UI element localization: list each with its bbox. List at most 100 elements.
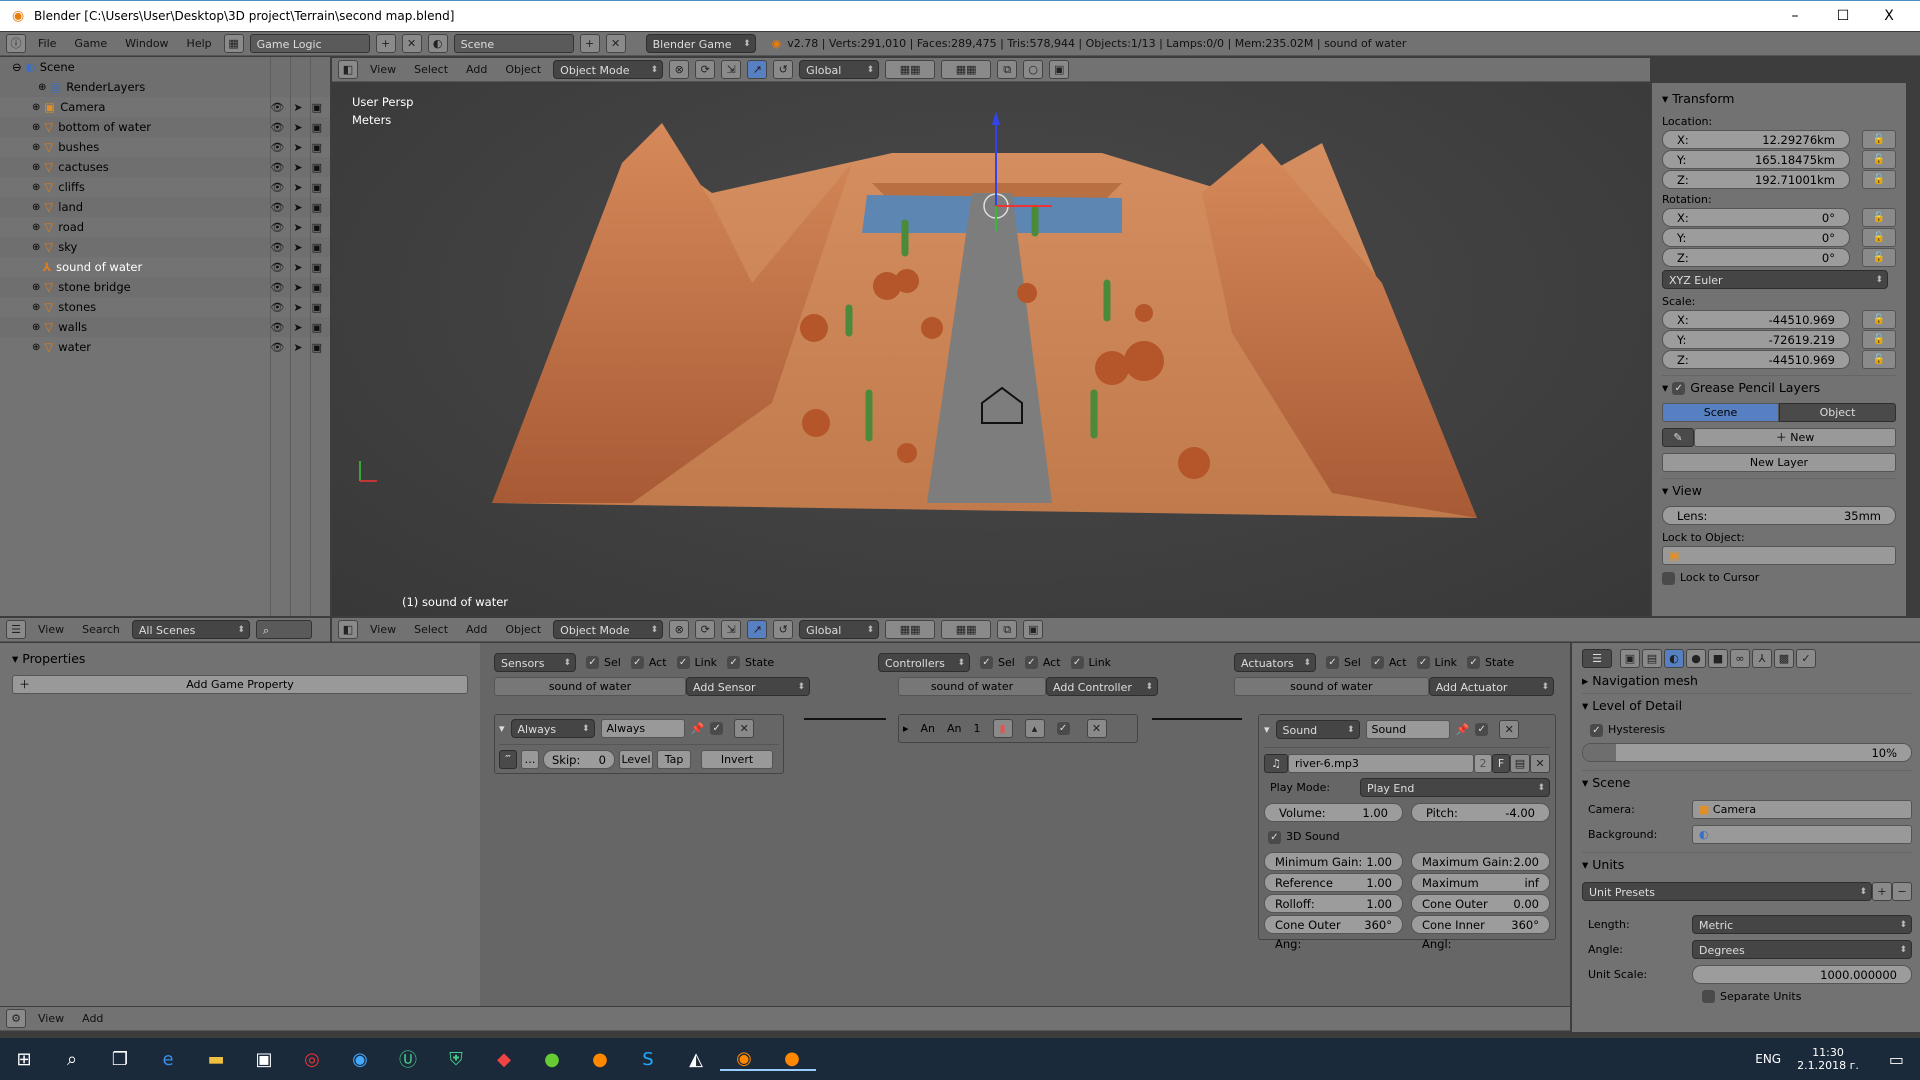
add-sensor-select[interactable]: Add Sensor [686, 677, 810, 697]
outliner-item[interactable]: ⊕ ▽ land 👁 ➤ ▣ [0, 197, 330, 217]
constraints-tab-icon[interactable]: ∞ [1730, 648, 1750, 668]
layers-icon[interactable]: ▦▦ [941, 60, 992, 79]
rotation-y-field[interactable]: Y: 0° [1662, 228, 1850, 247]
menu-view[interactable]: View [364, 63, 402, 76]
menu-search[interactable]: Search [76, 623, 126, 636]
location-y-field[interactable]: Y: 165.18475km [1662, 150, 1850, 169]
rotate-icon[interactable]: ↺ [773, 620, 794, 639]
render-icon[interactable]: ▣ [312, 181, 322, 194]
editor-type-icon[interactable]: ☰ [1582, 648, 1612, 668]
menu-view[interactable]: View [32, 1012, 70, 1025]
scene-icon[interactable]: ◐ [427, 34, 448, 53]
menu-select[interactable]: Select [408, 623, 454, 636]
notifications-icon[interactable]: ▭ [1889, 1050, 1904, 1069]
actuators-check-state[interactable]: ✓ State [1467, 656, 1514, 670]
menu-game[interactable]: Game [68, 37, 113, 50]
start-icon[interactable]: ⊞ [0, 1049, 48, 1070]
scene-field[interactable]: Scene [453, 34, 574, 53]
world-tab-icon[interactable]: ● [1686, 648, 1706, 668]
outliner-item[interactable]: ⊕ ▽ stone bridge 👁 ➤ ▣ [0, 277, 330, 297]
eye-icon[interactable]: 👁 [270, 241, 284, 254]
menu-add[interactable]: Add [460, 623, 493, 636]
properties-header[interactable]: ▾ Properties [12, 647, 468, 671]
clock[interactable]: 11:30 2.1.2018 г. [1797, 1046, 1859, 1072]
move-up-icon[interactable]: ▴ [1024, 719, 1045, 738]
pivot-icon[interactable]: ⟳ [695, 620, 716, 639]
controllers-check-link[interactable]: ✓ Link [1070, 656, 1111, 670]
cursor-icon[interactable]: ➤ [293, 261, 302, 274]
close-button[interactable]: X [1866, 1, 1912, 31]
pulse-false-icon[interactable]: … [521, 750, 539, 769]
units-header[interactable]: ▾ Units [1582, 851, 1912, 876]
cursor-icon[interactable]: ➤ [293, 141, 302, 154]
eye-icon[interactable]: 👁 [270, 221, 284, 234]
pitch-field[interactable]: Pitch: -4.00 [1411, 803, 1550, 822]
lock-icon[interactable]: 🔓 [1862, 150, 1896, 169]
scene-header[interactable]: ▾ Scene [1582, 769, 1912, 794]
pivot-icon[interactable]: ⟳ [695, 60, 716, 79]
mode-select[interactable]: Object Mode [553, 620, 664, 640]
render-icon[interactable]: ▣ [312, 161, 322, 174]
lock-icon[interactable]: 🔓 [1862, 130, 1896, 149]
maximize-button[interactable]: ☐ [1820, 1, 1866, 31]
pencil-icon[interactable]: ✎ [1662, 428, 1694, 447]
eye-icon[interactable]: 👁 [270, 181, 284, 194]
snap-icon[interactable]: ⧉ [997, 620, 1018, 639]
lens-field[interactable]: Lens: 35mm [1662, 506, 1896, 525]
orientation-select[interactable]: Global [799, 620, 880, 640]
actuators-filter-select[interactable]: Actuators [1234, 653, 1316, 673]
outliner-item[interactable]: ⊕ ▽ stones 👁 ➤ ▣ [0, 297, 330, 317]
view-header[interactable]: ▾ View [1662, 478, 1896, 502]
scale-x-field[interactable]: X: -44510.969 [1662, 310, 1850, 329]
orientation-select[interactable]: Global [799, 60, 880, 80]
display-mode-select[interactable]: All Scenes [131, 620, 250, 640]
add-screen-button[interactable]: + [375, 34, 396, 53]
utorrent-icon[interactable]: ● [528, 1049, 576, 1070]
sound-param-field[interactable]: Rolloff: 1.00 [1264, 893, 1403, 913]
lod-header[interactable]: ▾ Level of Detail [1582, 693, 1912, 717]
add-controller-select[interactable]: Add Controller [1046, 677, 1158, 697]
search-input[interactable]: ⌕ [255, 620, 312, 639]
layers-icon[interactable]: ▦▦ [885, 620, 936, 639]
layers-icon[interactable]: ▦▦ [941, 620, 992, 639]
outliner-item[interactable]: ⊕ ▽ bushes 👁 ➤ ▣ [0, 137, 330, 157]
separate-units-checkbox[interactable]: Separate Units [1702, 990, 1912, 1003]
fake-user-button[interactable]: F [1492, 754, 1510, 773]
add-actuator-select[interactable]: Add Actuator [1428, 677, 1554, 697]
eye-icon[interactable]: 👁 [270, 101, 284, 114]
lock-icon[interactable]: 🔓 [1862, 248, 1896, 267]
manipulator-icon[interactable]: ⇲ [721, 60, 742, 79]
language-indicator[interactable]: ENG [1755, 1052, 1781, 1066]
cursor-icon[interactable]: ➤ [293, 161, 302, 174]
pin-icon[interactable]: 📌 [1456, 723, 1470, 736]
remove-scene-button[interactable]: ✕ [605, 34, 626, 53]
menu-view[interactable]: View [32, 623, 70, 636]
editor-type-icon[interactable]: ⓘ [6, 34, 26, 53]
cursor-icon[interactable]: ➤ [293, 241, 302, 254]
volume-field[interactable]: Volume: 1.00 [1264, 803, 1403, 822]
rotate-icon[interactable]: ↺ [773, 60, 794, 79]
unlink-icon[interactable]: ✕ [1530, 754, 1550, 773]
background-field[interactable]: ◐ [1692, 824, 1912, 844]
sensors-filter-select[interactable]: Sensors [494, 653, 576, 673]
level-button[interactable]: Level [619, 750, 653, 769]
add-preset-button[interactable]: + [1872, 881, 1892, 901]
unit-presets-select[interactable]: Unit Presets [1582, 881, 1872, 902]
eye-icon[interactable]: 👁 [270, 321, 284, 334]
app-icon[interactable]: ◆ [480, 1049, 528, 1070]
play-mode-select[interactable]: Play End [1360, 778, 1550, 798]
app-icon[interactable]: ◎ [288, 1049, 336, 1070]
outliner-item[interactable]: ⊕ ▽ road 👁 ➤ ▣ [0, 217, 330, 237]
outliner-item[interactable]: ⊕ ▽ cliffs 👁 ➤ ▣ [0, 177, 330, 197]
angle-select[interactable]: Degrees [1692, 939, 1912, 960]
layers-tab-icon[interactable]: ▤ [1642, 648, 1662, 668]
outliner-item[interactable]: ⊕ ▽ water 👁 ➤ ▣ [0, 337, 330, 357]
sound-param-field[interactable]: Maximum Gain: 2.00 [1411, 851, 1550, 871]
menu-window[interactable]: Window [119, 37, 174, 50]
menu-file[interactable]: File [32, 37, 62, 50]
3d-viewport[interactable]: User Persp Meters (1) sound of water [332, 83, 1650, 616]
menu-object[interactable]: Object [499, 623, 547, 636]
lock-icon[interactable]: 🔓 [1862, 310, 1896, 329]
remove-screen-button[interactable]: ✕ [401, 34, 422, 53]
lock-icon[interactable]: 🔓 [1862, 330, 1896, 349]
